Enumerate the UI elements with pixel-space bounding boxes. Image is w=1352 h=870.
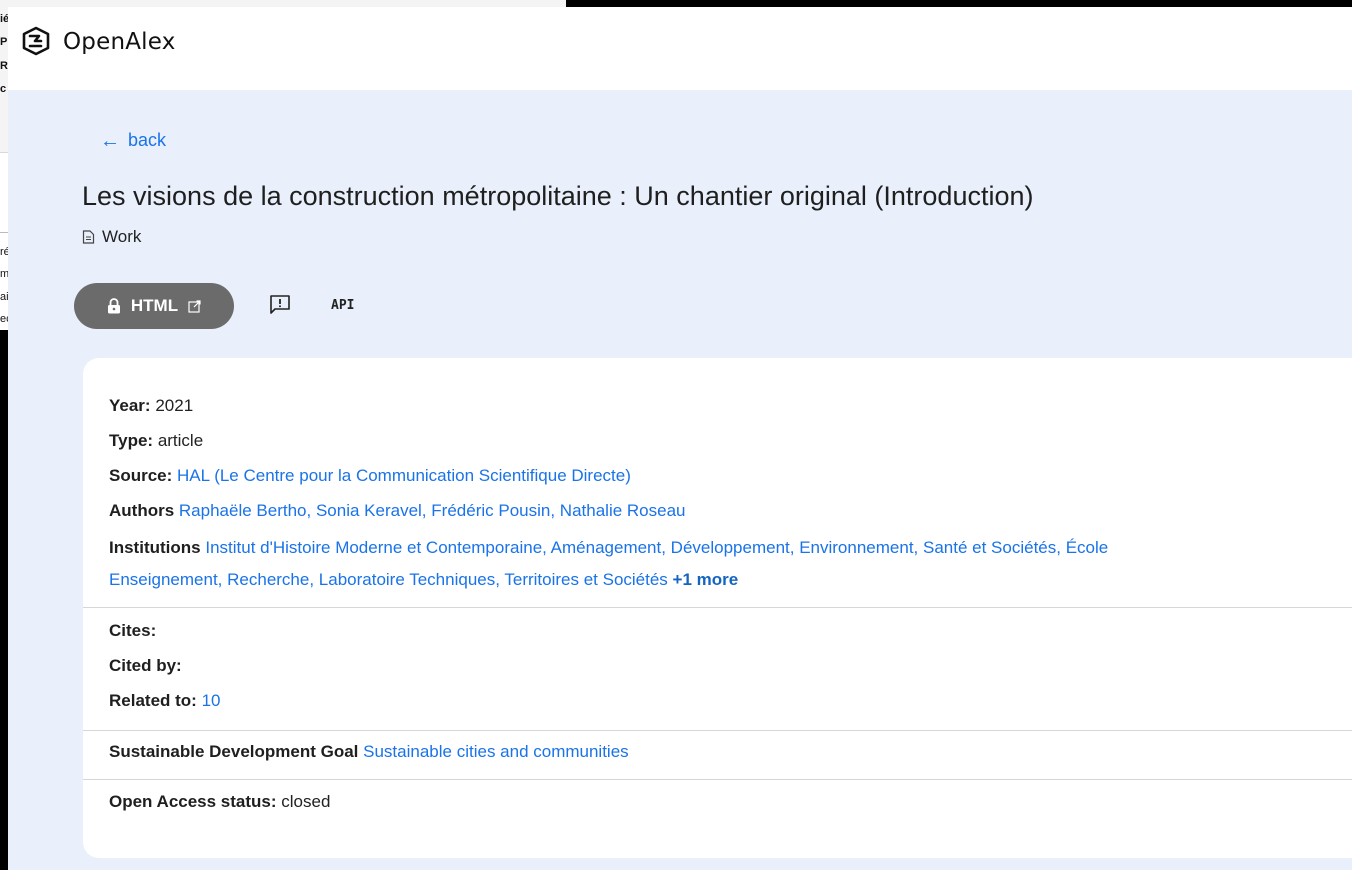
authors-row: Authors Raphaële Bertho, Sonia Keravel, … xyxy=(109,501,686,521)
cited-by-label: Cited by: xyxy=(109,656,182,675)
back-link[interactable]: ← back xyxy=(100,130,166,151)
institution-link[interactable]: Enseignement, Recherche, xyxy=(109,570,314,589)
app-name[interactable]: OpenAlex xyxy=(63,29,176,55)
institutions-row: Institutions Institut d'Histoire Moderne… xyxy=(109,538,1108,558)
source-link[interactable]: HAL (Le Centre pour la Communication Sci… xyxy=(177,466,631,485)
author-link[interactable]: Sonia Keravel, xyxy=(316,501,427,520)
type-label: Type: xyxy=(109,431,154,450)
type-row: Type: article xyxy=(109,431,203,451)
page-title: Les visions de la construction métropoli… xyxy=(82,181,1034,211)
entity-type: Work xyxy=(82,227,141,247)
section-divider xyxy=(83,730,1352,731)
institution-link[interactable]: École xyxy=(1066,538,1109,557)
entity-type-label: Work xyxy=(102,227,142,246)
section-divider xyxy=(83,779,1352,780)
institutions-more-link[interactable]: +1 more xyxy=(673,570,739,589)
author-link[interactable]: Raphaële Bertho, xyxy=(179,501,311,520)
related-row: Related to: 10 xyxy=(109,691,221,711)
document-icon xyxy=(82,230,95,244)
cites-row: Cites: xyxy=(109,621,156,641)
api-button[interactable]: API xyxy=(331,298,354,313)
institutions-label: Institutions xyxy=(109,538,201,557)
source-label: Source: xyxy=(109,466,173,485)
related-label: Related to: xyxy=(109,691,197,710)
related-count-link[interactable]: 10 xyxy=(202,691,221,710)
author-link[interactable]: Nathalie Roseau xyxy=(560,501,686,520)
work-page: ← back Les visions de la construction mé… xyxy=(8,90,1352,870)
authors-label: Authors xyxy=(109,501,175,520)
report-issue-button[interactable] xyxy=(264,289,296,319)
open-access-row: Open Access status: closed xyxy=(109,792,330,812)
cites-label: Cites: xyxy=(109,621,157,640)
work-details-card: Year: 2021 Type: article Source: HAL (Le… xyxy=(83,358,1352,858)
sdg-link[interactable]: Sustainable cities and communities xyxy=(363,742,629,761)
sdg-row: Sustainable Development Goal Sustainable… xyxy=(109,742,629,762)
institutions-row-continued: Enseignement, Recherche, Laboratoire Tec… xyxy=(109,570,738,590)
top-app-bar: OpenAlex xyxy=(8,7,1352,90)
arrow-left-icon: ← xyxy=(100,129,120,152)
open-access-value: closed xyxy=(281,792,331,811)
report-icon xyxy=(270,295,290,314)
lock-icon xyxy=(107,298,120,314)
year-label: Year: xyxy=(109,396,151,415)
html-fulltext-button[interactable]: HTML xyxy=(74,283,234,329)
openalex-window: OpenAlex ← back Les visions de la constr… xyxy=(8,7,1352,870)
institution-link[interactable]: Laboratoire Techniques, Territoires et S… xyxy=(319,570,668,589)
institution-link[interactable]: Aménagement, Développement, Environnemen… xyxy=(551,538,1061,557)
back-label: back xyxy=(128,130,167,150)
open-access-label: Open Access status: xyxy=(109,792,277,811)
year-value: 2021 xyxy=(155,396,194,415)
external-link-icon xyxy=(188,299,201,313)
institution-link[interactable]: Institut d'Histoire Moderne et Contempor… xyxy=(205,538,547,557)
sdg-label: Sustainable Development Goal xyxy=(109,742,359,761)
type-value: article xyxy=(157,431,204,450)
html-button-label: HTML xyxy=(130,296,179,315)
section-divider xyxy=(83,607,1352,608)
openalex-logo-icon[interactable] xyxy=(21,26,51,56)
source-row: Source: HAL (Le Centre pour la Communica… xyxy=(109,466,631,486)
author-link[interactable]: Frédéric Pousin, xyxy=(431,501,555,520)
year-row: Year: 2021 xyxy=(109,396,193,416)
cited-by-row: Cited by: xyxy=(109,656,182,676)
